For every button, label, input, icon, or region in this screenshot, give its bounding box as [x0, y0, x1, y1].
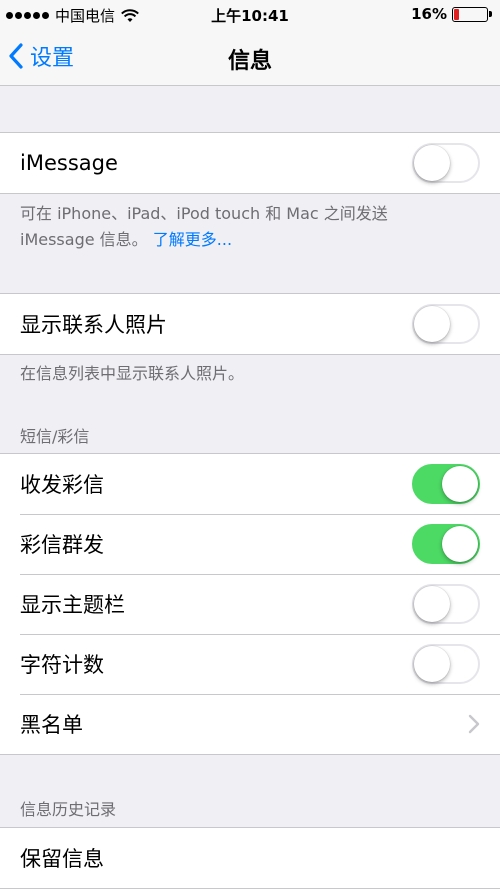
contact-photos-group: 显示联系人照片	[0, 293, 500, 355]
battery-level-fill	[454, 8, 459, 20]
page-title: 信息	[227, 49, 272, 74]
toggle-knob	[414, 646, 450, 682]
sms-mms-group: 收发彩信 彩信群发 显示主题栏 字符计数 黑名单	[0, 453, 500, 755]
toggle-knob	[442, 466, 478, 502]
imessage-row: iMessage	[0, 133, 500, 193]
imessage-group: iMessage	[0, 132, 500, 194]
character-count-row: 字符计数	[0, 634, 500, 694]
show-subject-toggle[interactable]	[412, 584, 480, 624]
keep-messages-row[interactable]: 保留信息	[0, 828, 500, 888]
group-mms-row: 彩信群发	[0, 514, 500, 574]
character-count-label: 字符计数	[20, 653, 104, 677]
status-bar: 中国电信 上午10:41 16%	[0, 0, 500, 30]
blacklist-label: 黑名单	[20, 713, 83, 737]
battery-percent: 16%	[411, 5, 447, 23]
toggle-knob	[414, 145, 450, 181]
contact-photos-footer: 在信息列表中显示联系人照片。	[20, 364, 245, 383]
toggle-knob	[442, 526, 478, 562]
toggle-knob	[414, 586, 450, 622]
history-group: 保留信息	[0, 827, 500, 889]
toggle-knob	[414, 306, 450, 342]
imessage-label: iMessage	[20, 151, 118, 175]
keep-messages-label: 保留信息	[20, 847, 104, 871]
imessage-toggle[interactable]	[412, 143, 480, 183]
send-mms-row: 收发彩信	[0, 454, 500, 514]
contact-photos-toggle[interactable]	[412, 304, 480, 344]
blacklist-row[interactable]: 黑名单	[0, 694, 500, 754]
battery-icon	[452, 6, 488, 22]
contact-photos-row: 显示联系人照片	[0, 294, 500, 354]
group-mms-label: 彩信群发	[20, 533, 104, 557]
status-right: 16%	[411, 5, 492, 23]
group-mms-toggle[interactable]	[412, 524, 480, 564]
sms-mms-header: 短信/彩信	[20, 427, 90, 446]
history-header: 信息历史记录	[20, 800, 117, 819]
show-subject-row: 显示主题栏	[0, 574, 500, 634]
imessage-footer: 可在 iPhone、iPad、iPod touch 和 Mac 之间发送 iMe…	[20, 201, 460, 253]
send-mms-toggle[interactable]	[412, 464, 480, 504]
show-subject-label: 显示主题栏	[20, 593, 125, 617]
learn-more-link[interactable]: 了解更多...	[153, 230, 232, 249]
contact-photos-label: 显示联系人照片	[20, 313, 167, 337]
battery-cap	[489, 11, 492, 17]
character-count-toggle[interactable]	[412, 644, 480, 684]
send-mms-label: 收发彩信	[20, 473, 104, 497]
navigation-bar: 设置 信息	[0, 30, 500, 86]
chevron-right-icon	[468, 714, 480, 734]
